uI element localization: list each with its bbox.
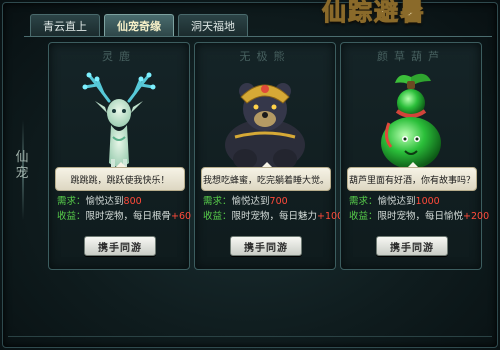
pet-speech: 我想吃蜂蜜，吃完躺着睡大觉。 — [201, 162, 331, 191]
pet-panel: 仙踪避暑 青云直上 仙宠奇缘 洞天福地 仙 宠 灵鹿 跳跳跳，跳跃使我快乐！ 需… — [0, 0, 500, 350]
pet-card-gourd: 颜草葫芦 葫芦里面有好酒，你有故事吗？ 需求：愉悦达到1000 收益：限时宠物，… — [340, 42, 489, 270]
pet-speech: 葫芦里面有好酒，你有故事吗？ — [347, 162, 477, 191]
pet-name: 颜草葫芦 — [377, 50, 445, 63]
req-label: 需求： — [203, 196, 232, 207]
pet-name: 灵鹿 — [102, 50, 136, 63]
side-label-char-2: 宠 — [15, 166, 29, 181]
req-value: 800 — [123, 196, 142, 207]
pet-name: 无极熊 — [239, 50, 291, 63]
pet-requirements: 需求：愉悦达到1000 收益：限时宠物，每日愉悦+200 — [349, 194, 489, 224]
pet-requirements: 需求：愉悦达到700 收益：限时宠物，每日魅力+100 — [203, 194, 343, 224]
gain-label: 收益： — [57, 211, 86, 222]
gain-label: 收益： — [203, 211, 232, 222]
side-label: 仙 宠 — [10, 150, 34, 190]
req-text: 愉悦达到 — [377, 196, 416, 207]
req-value: 1000 — [415, 196, 440, 207]
gain-label: 收益： — [349, 211, 378, 222]
deer-icon — [82, 72, 156, 171]
req-label: 需求： — [57, 196, 86, 207]
gain-value: +60 — [171, 211, 192, 222]
tab-xianchong[interactable]: 仙宠奇缘 — [104, 14, 174, 37]
gourd-icon — [381, 73, 441, 169]
req-value: 700 — [269, 196, 288, 207]
bear-icon — [225, 83, 305, 171]
pet-requirements: 需求：愉悦达到800 收益：限时宠物，每日根骨+60 — [57, 194, 191, 224]
tab-dongtian[interactable]: 洞天福地 — [178, 14, 248, 37]
req-label: 需求： — [349, 196, 378, 207]
side-label-char-1: 仙 — [15, 150, 29, 165]
bottom-divider — [8, 336, 492, 341]
travel-together-button[interactable]: 携手同游 — [230, 236, 302, 256]
req-text: 愉悦达到 — [85, 196, 124, 207]
tab-bar: 青云直上 仙宠奇缘 洞天福地 — [30, 14, 248, 37]
tab-qingyun[interactable]: 青云直上 — [30, 14, 100, 37]
panel-title-art: 仙踪避暑 — [322, 0, 426, 27]
gain-text: 限时宠物，每日根骨 — [85, 211, 172, 222]
tab-divider — [24, 36, 492, 37]
req-text: 愉悦达到 — [231, 196, 270, 207]
pet-speech: 跳跳跳，跳跃使我快乐！ — [55, 162, 185, 191]
travel-together-button[interactable]: 携手同游 — [376, 236, 448, 256]
pet-card-bear: 无极熊 我想吃蜂蜜，吃完躺着睡大觉。 需求：愉悦达到700 收益：限时宠物，每日… — [194, 42, 343, 270]
pet-card-deer: 灵鹿 跳跳跳，跳跃使我快乐！ 需求：愉悦达到800 收益：限时宠物，每日根骨+6… — [48, 42, 191, 270]
gain-text: 限时宠物，每日愉悦 — [377, 211, 464, 222]
travel-together-button[interactable]: 携手同游 — [84, 236, 156, 256]
gain-value: +200 — [463, 211, 490, 222]
gain-text: 限时宠物，每日魅力 — [231, 211, 318, 222]
